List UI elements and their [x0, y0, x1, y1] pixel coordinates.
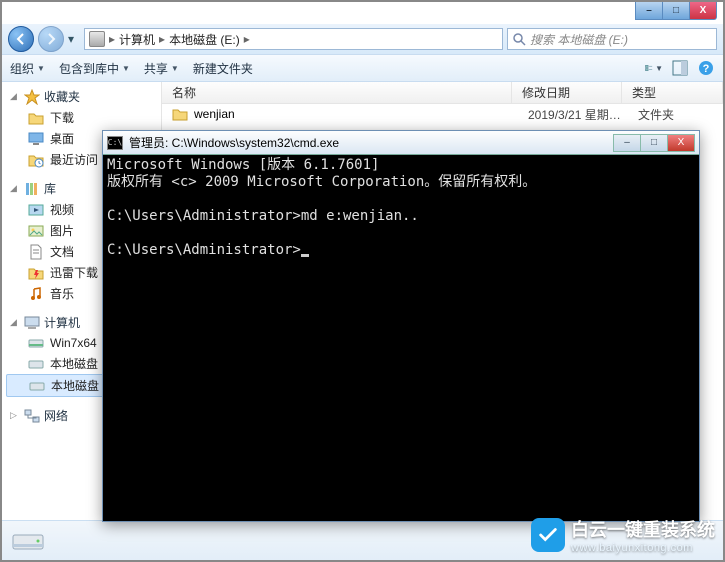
file-row[interactable]: wenjian 2019/3/21 星期… 文件夹 [162, 104, 723, 124]
breadcrumb-separator: ▸ [159, 32, 165, 46]
arrow-left-icon [15, 33, 27, 45]
favorites-label: 收藏夹 [44, 88, 80, 105]
expand-icon: ▷ [10, 410, 20, 421]
include-in-library-menu[interactable]: 包含到库中▼ [59, 60, 130, 77]
recent-icon [28, 152, 44, 168]
collapse-icon: ◢ [10, 317, 20, 328]
cmd-icon: C:\ [107, 136, 123, 150]
breadcrumb-separator: ▸ [244, 32, 250, 46]
cmd-titlebar[interactable]: C:\ 管理员: C:\Windows\system32\cmd.exe – □… [103, 131, 699, 155]
collapse-icon: ◢ [10, 91, 20, 102]
folder-icon [28, 110, 44, 126]
computer-icon [24, 315, 40, 331]
column-header-type[interactable]: 类型 [622, 82, 723, 103]
cmd-minimize-button[interactable]: – [613, 134, 641, 152]
file-date: 2019/3/21 星期… [528, 106, 638, 123]
view-options-button[interactable]: ▼ [645, 60, 663, 76]
watermark: 白云一键重装系统 www.baiyunxitong.com [531, 516, 715, 554]
folder-icon [172, 107, 188, 121]
drive-icon [28, 356, 44, 372]
share-menu[interactable]: 共享▼ [144, 60, 179, 77]
organize-menu[interactable]: 组织▼ [10, 60, 45, 77]
history-dropdown[interactable]: ▾ [68, 32, 80, 46]
brand-icon [531, 518, 565, 552]
file-type: 文件夹 [638, 106, 674, 123]
forward-button[interactable] [38, 26, 64, 52]
network-label: 网络 [44, 407, 68, 424]
file-name: wenjian [194, 107, 528, 121]
breadcrumb-separator: ▸ [109, 32, 115, 46]
column-header-name[interactable]: 名称 [162, 82, 512, 103]
explorer-window-controls: – □ X [636, 2, 717, 20]
watermark-brand: 白云一键重装系统 [571, 520, 715, 540]
libraries-label: 库 [44, 180, 56, 197]
column-headers: 名称 修改日期 类型 [162, 82, 723, 104]
star-icon [24, 89, 40, 105]
navigation-bar: ▾ ▸ 计算机 ▸ 本地磁盘 (E:) ▸ 搜索 本地磁盘 (E:) [2, 24, 723, 54]
drive-icon [28, 335, 44, 351]
thunder-icon [28, 265, 44, 281]
network-icon [24, 408, 40, 424]
breadcrumb-drive-e[interactable]: 本地磁盘 (E:) [169, 31, 240, 48]
favorites-group[interactable]: ◢ 收藏夹 [2, 86, 161, 107]
breadcrumb-computer[interactable]: 计算机 [119, 31, 155, 48]
search-placeholder: 搜索 本地磁盘 (E:) [530, 31, 628, 48]
collapse-icon: ◢ [10, 183, 20, 194]
cmd-output[interactable]: Microsoft Windows [版本 6.1.7601] 版权所有 <c>… [103, 155, 699, 521]
cmd-title: 管理员: C:\Windows\system32\cmd.exe [129, 134, 614, 151]
drive-icon [89, 31, 105, 47]
cmd-close-button[interactable]: X [667, 134, 695, 152]
cmd-window: C:\ 管理员: C:\Windows\system32\cmd.exe – □… [102, 130, 700, 522]
column-header-date[interactable]: 修改日期 [512, 82, 622, 103]
close-button[interactable]: X [689, 2, 717, 20]
cursor-icon [301, 254, 309, 257]
drive-icon [29, 378, 45, 394]
cmd-maximize-button[interactable]: □ [640, 134, 668, 152]
preview-pane-button[interactable] [671, 60, 689, 76]
search-icon [512, 32, 526, 46]
search-input[interactable]: 搜索 本地磁盘 (E:) [507, 28, 717, 50]
new-folder-button[interactable]: 新建文件夹 [193, 60, 253, 77]
desktop-icon [28, 131, 44, 147]
watermark-url: www.baiyunxitong.com [571, 542, 715, 554]
maximize-button[interactable]: □ [662, 2, 690, 20]
back-button[interactable] [8, 26, 34, 52]
computer-label: 计算机 [44, 314, 80, 331]
svg-text:?: ? [703, 63, 710, 75]
minimize-button[interactable]: – [635, 2, 663, 20]
drive-large-icon [12, 527, 44, 555]
help-button[interactable]: ? [697, 60, 715, 76]
library-icon [24, 181, 40, 197]
documents-icon [28, 244, 44, 260]
toolbar: 组织▼ 包含到库中▼ 共享▼ 新建文件夹 ▼ ? [2, 54, 723, 82]
sidebar-item-downloads[interactable]: 下载 [2, 107, 161, 128]
music-icon [28, 286, 44, 302]
address-bar[interactable]: ▸ 计算机 ▸ 本地磁盘 (E:) ▸ [84, 28, 503, 50]
arrow-right-icon [45, 33, 57, 45]
pictures-icon [28, 223, 44, 239]
video-icon [28, 202, 44, 218]
